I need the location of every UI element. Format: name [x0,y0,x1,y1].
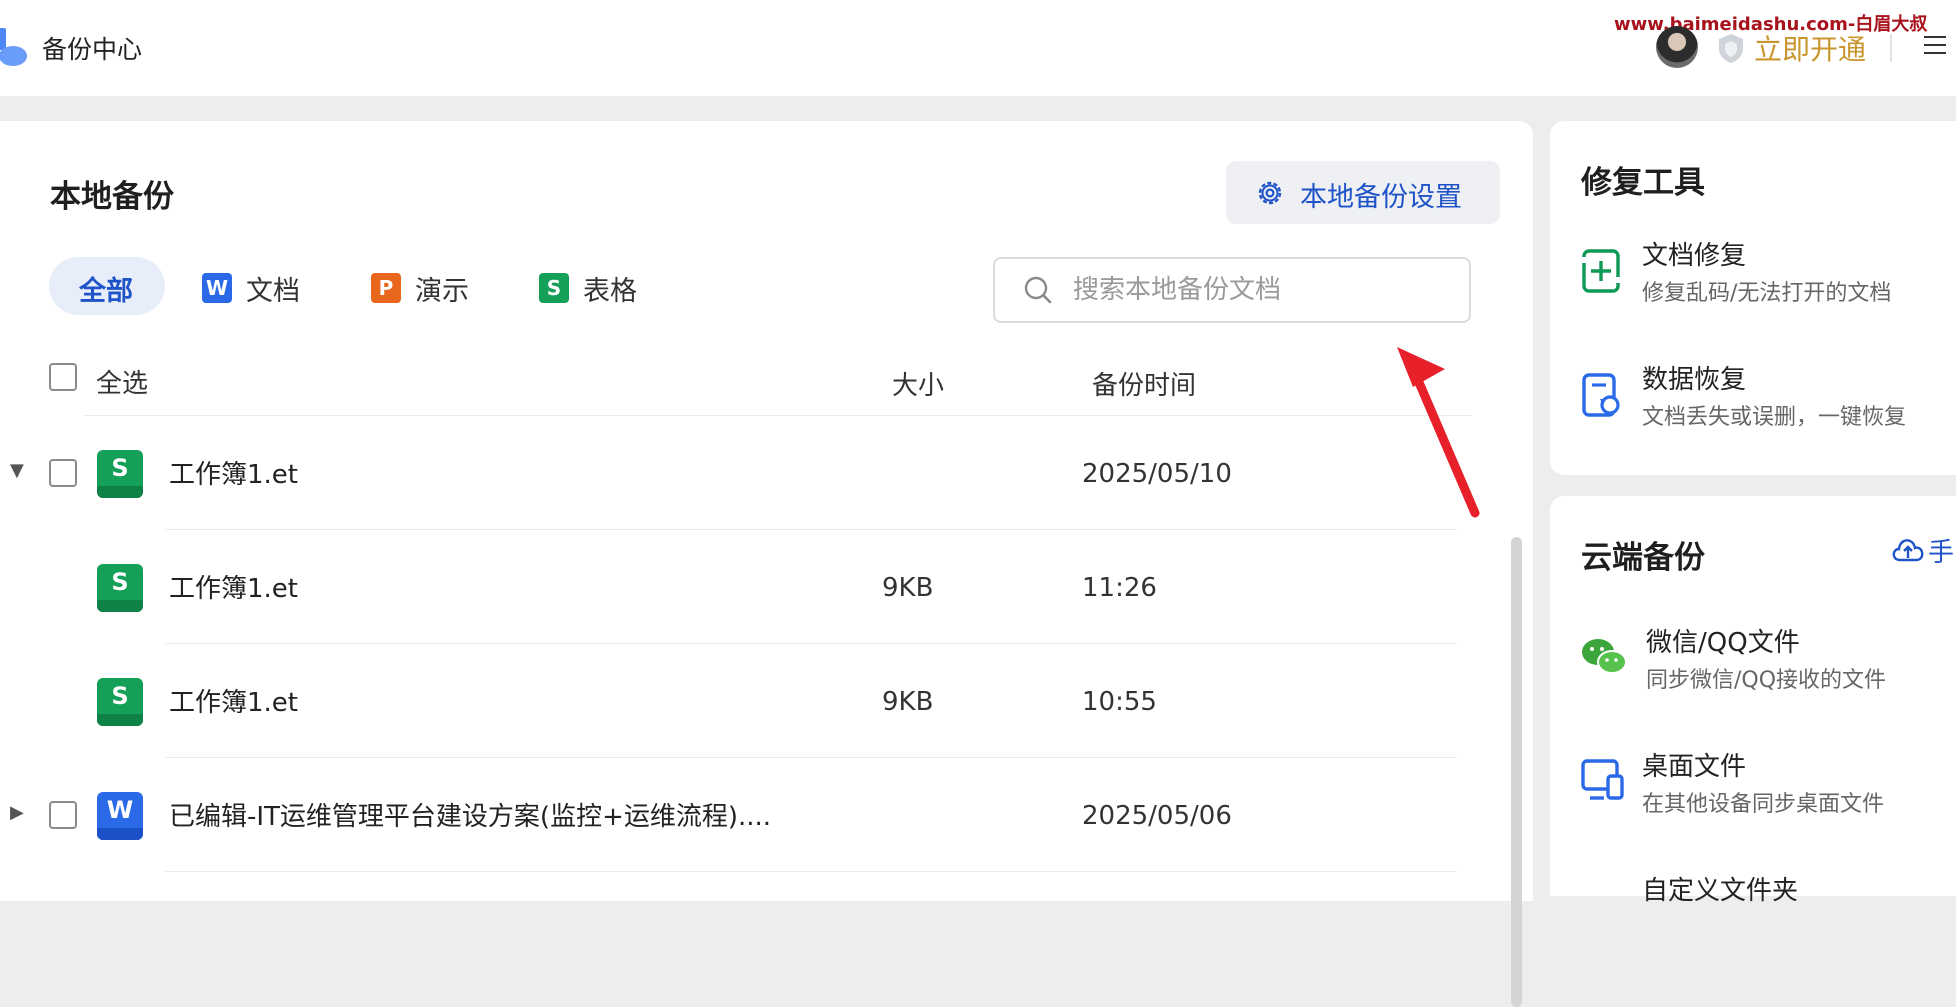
menu-icon[interactable] [1924,36,1946,58]
tab-spreadsheets[interactable]: S 表格 [539,257,659,315]
local-backup-panel: 本地备份 本地备份设置 全部 W 文档 P 演示 S 表格 全选 大小 备份时间 [0,121,1533,1007]
item-title: 文档修复 [1642,241,1747,271]
backup-time: 2025/05/10 [1082,459,1232,489]
item-description: 在其他设备同步桌面文件 [1642,792,1885,817]
spreadsheet-file-icon: S [97,678,143,726]
presentation-icon: P [371,273,401,303]
tab-documents[interactable]: W 文档 [202,257,322,315]
section-title: 云端备份 [1581,540,1705,576]
file-name: 工作簿1.et [169,574,298,604]
page-title: 本地备份 [50,179,174,215]
spreadsheet-file-icon: S [97,564,143,612]
column-header-time[interactable]: 备份时间 [1092,365,1196,402]
red-arrow-annotation [1397,347,1480,518]
tab-all[interactable]: 全部 [49,257,165,315]
desktop-files-item[interactable]: 桌面文件 在其他设备同步桌面文件 [1550,744,1956,834]
divider [165,871,1457,872]
row-checkbox[interactable] [49,801,77,829]
word-file-icon: W [97,792,143,840]
divider [1890,34,1892,62]
backup-time: 2025/05/06 [1082,801,1232,831]
column-header-size[interactable]: 大小 [892,365,944,402]
backup-group-row[interactable]: ▶ W 已编辑-IT运维管理平台建设方案(监控+运维流程).... 2025/0… [0,758,1470,872]
top-bar: 备份中心 www.baimeidashu.com-白眉大叔 立即开通 [0,0,1956,96]
wechat-qq-files-item[interactable]: 微信/QQ文件 同步微信/QQ接收的文件 [1550,620,1956,710]
item-title: 桌面文件 [1642,752,1747,782]
file-size: 9KB [882,687,934,717]
local-backup-settings-button[interactable]: 本地备份设置 [1226,161,1500,224]
file-size: 9KB [882,573,934,603]
tab-label: 文档 [246,276,300,307]
collapse-arrow-icon[interactable]: ▼ [10,460,24,481]
tab-presentations[interactable]: P 演示 [371,257,491,315]
item-description: 同步微信/QQ接收的文件 [1646,668,1887,693]
tab-label: 全部 [79,276,133,307]
doc-repair-item[interactable]: 文档修复 修复乱码/无法打开的文档 [1550,233,1956,323]
custom-folder-item[interactable]: 自定义文件夹 [1550,868,1956,958]
upgrade-button[interactable]: 立即开通 [1754,28,1866,68]
item-title: 数据恢复 [1642,365,1747,395]
tab-label: 演示 [415,276,469,307]
cloud-upload-icon [1892,539,1924,562]
tab-label: 表格 [583,276,637,307]
file-name: 已编辑-IT运维管理平台建设方案(监控+运维流程).... [169,802,772,832]
row-checkbox[interactable] [49,459,77,487]
expand-arrow-icon[interactable]: ▶ [10,802,24,823]
settings-label: 本地备份设置 [1300,182,1462,213]
scrollbar[interactable] [1511,537,1522,1007]
item-description: 修复乱码/无法打开的文档 [1642,281,1892,306]
word-icon: W [202,273,232,303]
cloud-backup-panel: 云端备份 手 微信/QQ文件 同步微信/QQ接收的文件 桌面文件 在其他设备同步… [1550,496,1956,906]
file-name: 工作簿1.et [169,688,298,718]
manual-backup-label: 手 [1928,538,1955,568]
backup-group-row[interactable]: ▼ S 工作簿1.et 2025/05/10 [0,416,1470,530]
search-input[interactable] [1071,271,1455,309]
select-all-checkbox[interactable] [49,363,77,391]
member-shield-icon [1719,34,1743,63]
doc-repair-icon [1580,249,1622,293]
list-header: 全选 大小 备份时间 [0,351,1480,411]
avatar[interactable] [1656,26,1698,68]
wechat-icon [1582,639,1627,674]
backup-version-row[interactable]: S 工作簿1.et 9KB 11:26 [0,530,1470,644]
file-name: 工作簿1.et [169,460,298,490]
item-title: 自定义文件夹 [1642,876,1799,906]
data-recovery-icon [1582,373,1620,417]
data-recovery-item[interactable]: 数据恢复 文档丢失或误删，一键恢复 [1550,357,1956,447]
backup-time: 10:55 [1082,687,1157,717]
app-title: 备份中心 [42,35,143,64]
search-box[interactable] [993,257,1471,323]
spreadsheet-file-icon: S [97,450,143,498]
manual-backup-button[interactable]: 手 [1892,532,1956,568]
section-title: 修复工具 [1581,165,1705,201]
search-icon [1024,276,1052,304]
repair-tools-panel: 修复工具 文档修复 修复乱码/无法打开的文档 数据恢复 文档丢失或误删，一键恢复 [1550,121,1956,475]
gear-icon [1258,181,1282,205]
item-title: 微信/QQ文件 [1646,628,1800,658]
backup-time: 11:26 [1082,573,1157,603]
item-description: 文档丢失或误删，一键恢复 [1642,405,1907,430]
desktop-icon [1581,759,1624,800]
select-all-label: 全选 [96,369,149,399]
spreadsheet-icon: S [539,273,569,303]
backup-version-row[interactable]: S 工作簿1.et 9KB 10:55 [0,644,1470,758]
cloud-logo-icon [0,28,27,66]
